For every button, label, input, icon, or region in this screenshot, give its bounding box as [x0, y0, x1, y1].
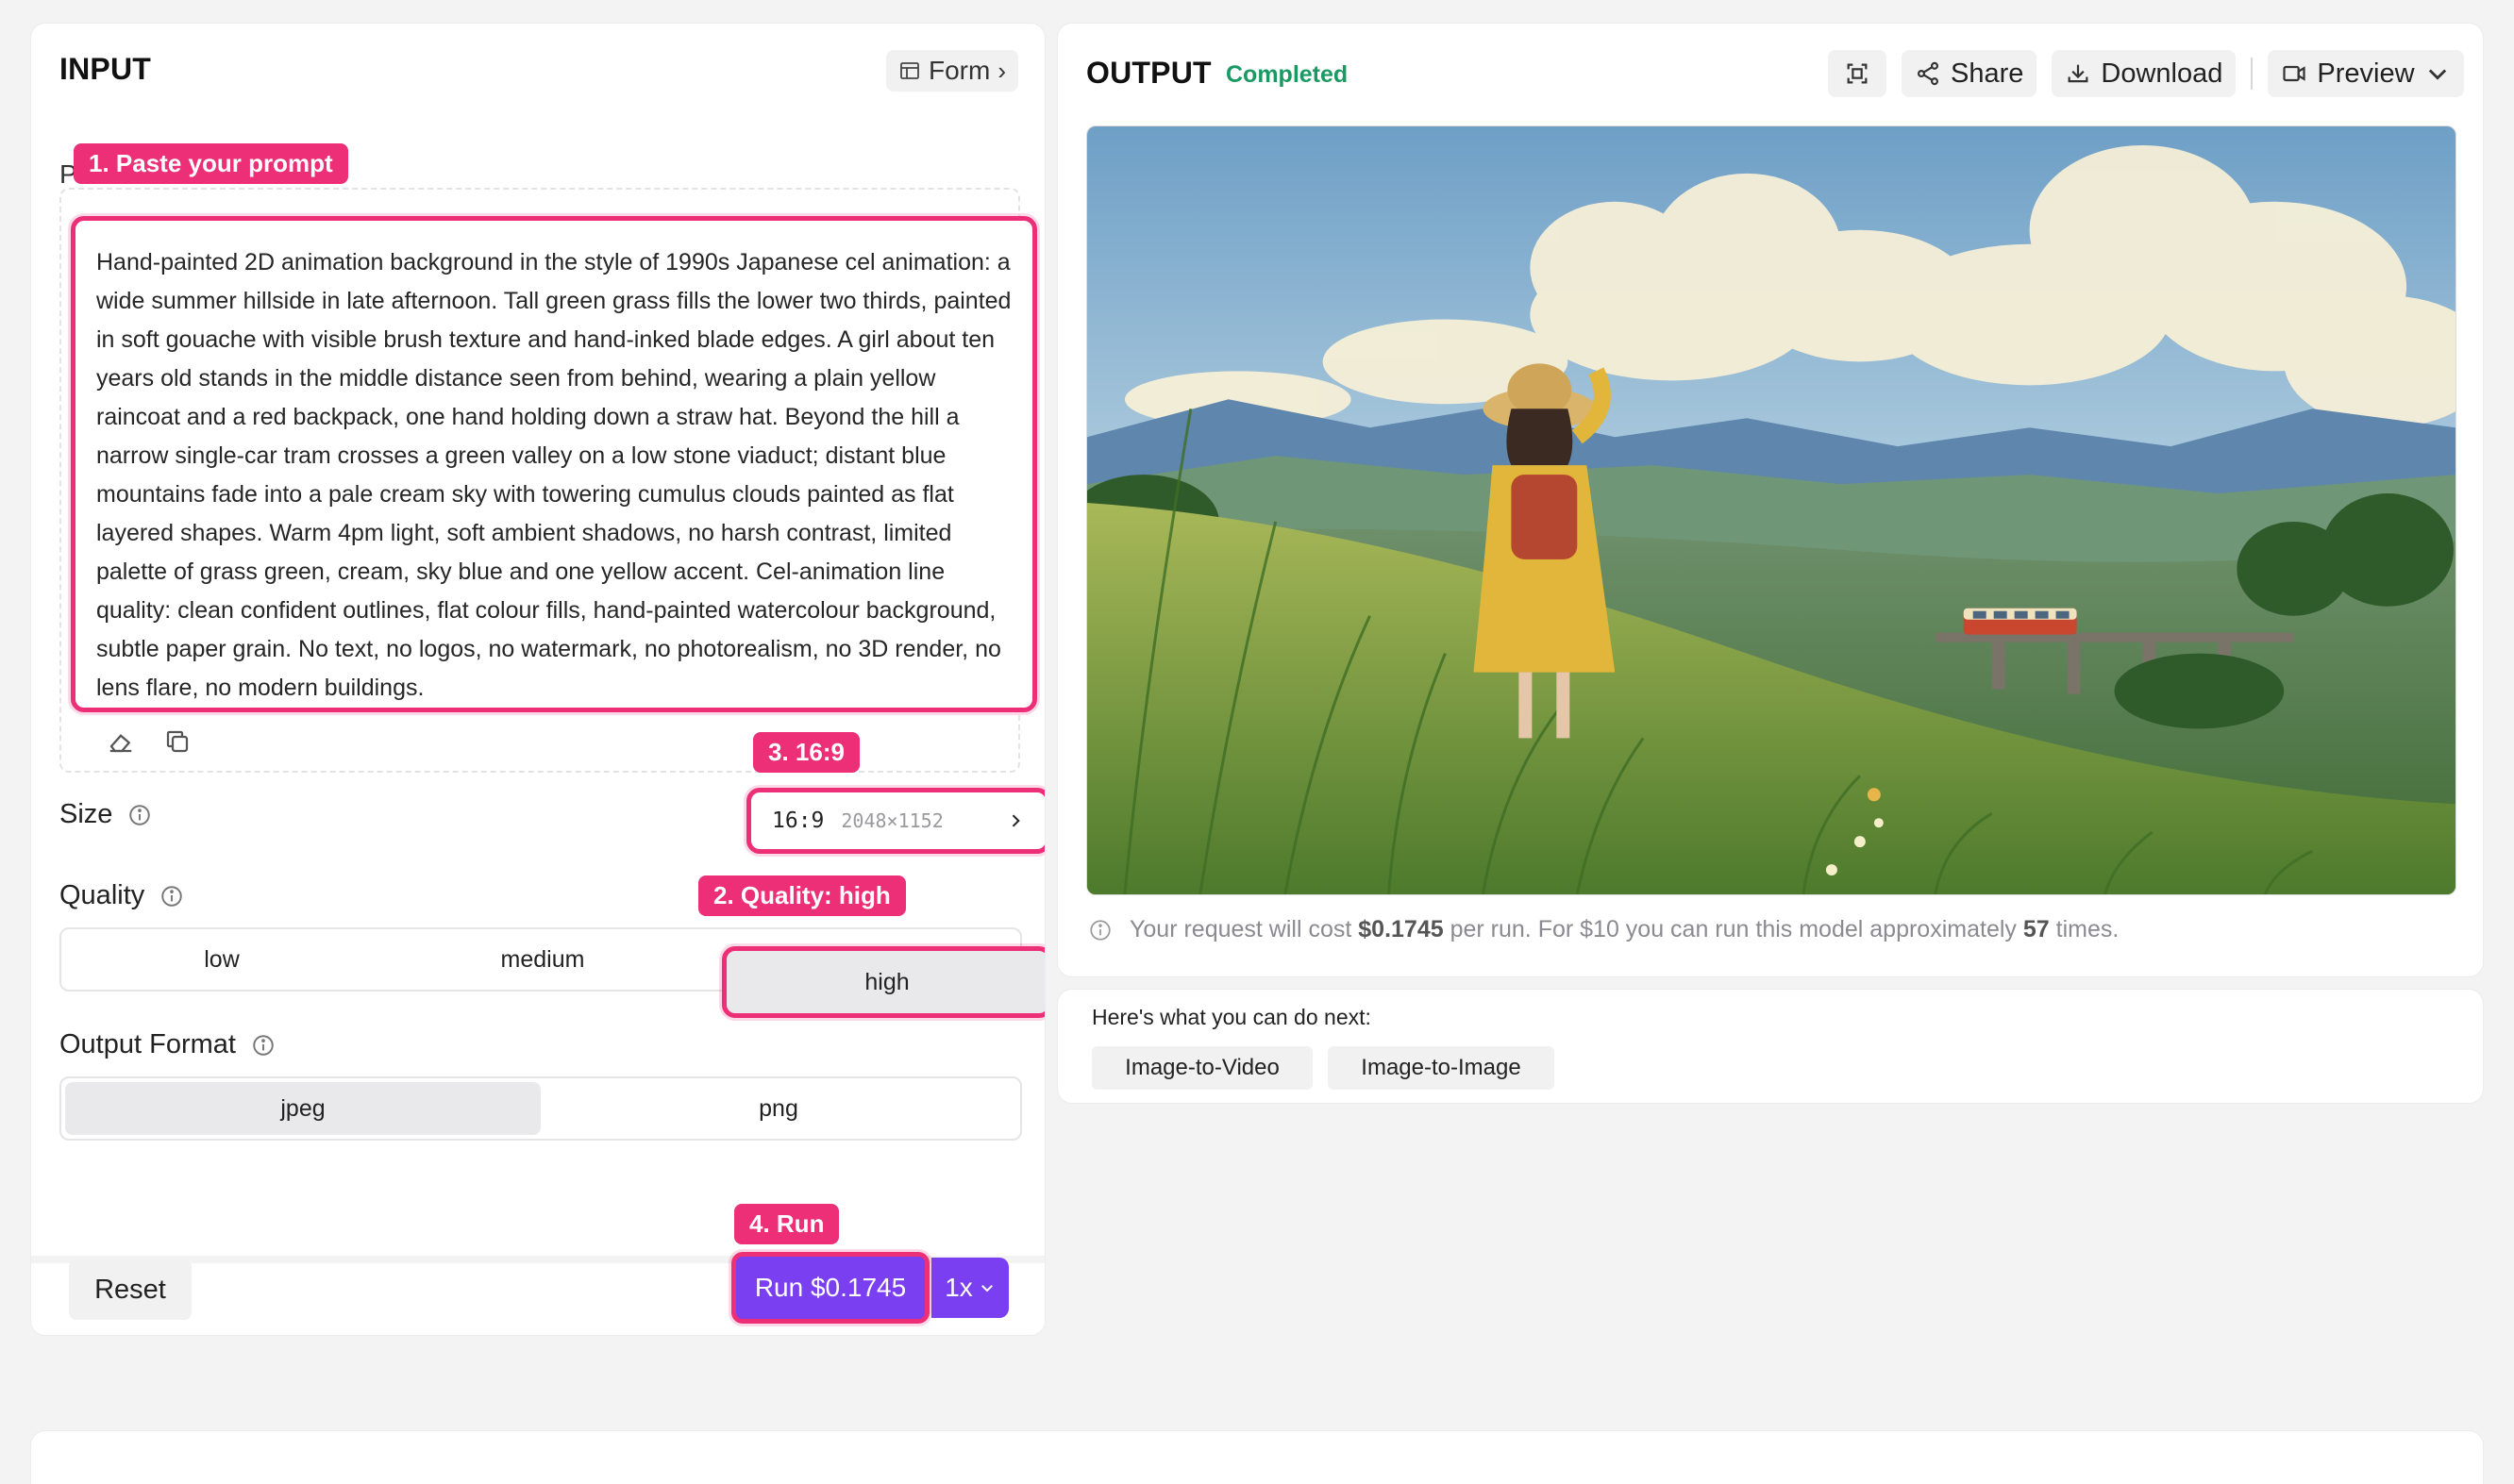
cost-value: $0.1745 [1358, 916, 1444, 942]
output-title: OUTPUT [1086, 56, 1212, 90]
form-toggle-button[interactable]: Form › [886, 50, 1018, 92]
chevron-right-icon: › [997, 56, 1006, 85]
input-title: INPUT [59, 52, 151, 86]
output-panel: OUTPUT Completed Share Download Preview [1057, 23, 2484, 977]
quality-label: Quality [59, 880, 184, 911]
info-icon [1090, 919, 1111, 941]
quality-option-high[interactable]: high [722, 946, 1045, 1018]
cost-prefix: Your request will cost [1130, 916, 1352, 942]
generated-image[interactable] [1086, 125, 2456, 895]
size-label: Size [59, 799, 152, 830]
input-panel: INPUT Form › P Hand-painted 2D animation… [30, 23, 1046, 1336]
cost-runs: 57 [2022, 916, 2050, 942]
next-actions-label: Here's what you can do next: [1092, 1005, 1371, 1029]
run-multiplier-dropdown[interactable]: 1x [931, 1258, 1009, 1318]
cost-text: Your request will cost $0.1745 per run. … [1130, 916, 2119, 943]
callout-size: 3. 16:9 [753, 732, 860, 773]
cost-note: Your request will cost $0.1745 per run. … [1088, 916, 2119, 943]
size-label-text: Size [59, 799, 113, 829]
fullscreen-button[interactable] [1828, 50, 1886, 97]
form-button-label: Form [929, 56, 991, 85]
share-button[interactable]: Share [1902, 50, 2037, 97]
format-option-png[interactable]: png [541, 1082, 1016, 1135]
chevron-down-icon [2428, 69, 2446, 80]
info-icon[interactable] [127, 803, 152, 827]
preview-label: Preview [2317, 58, 2415, 89]
callout-paste-prompt: 1. Paste your prompt [74, 143, 348, 184]
prompt-textarea[interactable]: Hand-painted 2D animation background in … [71, 216, 1037, 712]
format-option-jpeg[interactable]: jpeg [65, 1082, 541, 1135]
size-ratio: 16:9 [772, 809, 825, 833]
image-to-image-button[interactable]: Image-to-Image [1328, 1046, 1554, 1090]
anime-hillside-illustration [1087, 126, 2455, 894]
run-button[interactable]: Run $0.1745 [731, 1252, 930, 1324]
output-format-label-text: Output Format [59, 1029, 236, 1059]
toolbar-divider [2251, 58, 2254, 90]
download-icon [2068, 64, 2088, 83]
share-icon [1917, 61, 1939, 86]
multiplier-label: 1x [945, 1273, 973, 1302]
callout-run: 4. Run [734, 1204, 840, 1244]
share-label: Share [1951, 58, 2024, 89]
output-toolbar: Share Download Preview [1813, 50, 2464, 97]
quality-label-text: Quality [59, 880, 145, 910]
output-format-segmented-control: jpeg png [59, 1076, 1022, 1141]
reset-button[interactable]: Reset [69, 1259, 192, 1320]
image-to-video-button[interactable]: Image-to-Video [1092, 1046, 1313, 1090]
info-icon[interactable] [251, 1033, 276, 1058]
quality-option-low[interactable]: low [61, 929, 382, 990]
size-pixels: 2048×1152 [841, 809, 944, 832]
cost-mid: per run. For $10 you can run this model … [1450, 916, 2017, 942]
output-format-label: Output Format [59, 1029, 276, 1060]
chevron-right-icon [1012, 814, 1020, 827]
preview-dropdown[interactable]: Preview [2268, 50, 2464, 97]
eraser-icon[interactable] [105, 725, 137, 758]
cost-suffix: times. [2055, 916, 2120, 942]
copy-icon[interactable] [161, 725, 193, 758]
size-select[interactable]: 16:9 2048×1152 [746, 788, 1045, 854]
chevron-down-icon [980, 1285, 993, 1292]
video-icon [2283, 65, 2305, 82]
status-badge: Completed [1226, 61, 1349, 88]
callout-quality: 2. Quality: high [698, 875, 906, 916]
bottom-panel [30, 1430, 2484, 1484]
fullscreen-icon [1847, 63, 1868, 84]
download-label: Download [2101, 58, 2223, 89]
table-icon [900, 62, 919, 79]
download-button[interactable]: Download [2052, 50, 2237, 97]
quality-option-medium[interactable]: medium [382, 929, 703, 990]
info-icon[interactable] [159, 884, 184, 909]
prompt-tools [105, 725, 193, 758]
next-actions-panel: Here's what you can do next: Image-to-Vi… [1057, 989, 2484, 1104]
